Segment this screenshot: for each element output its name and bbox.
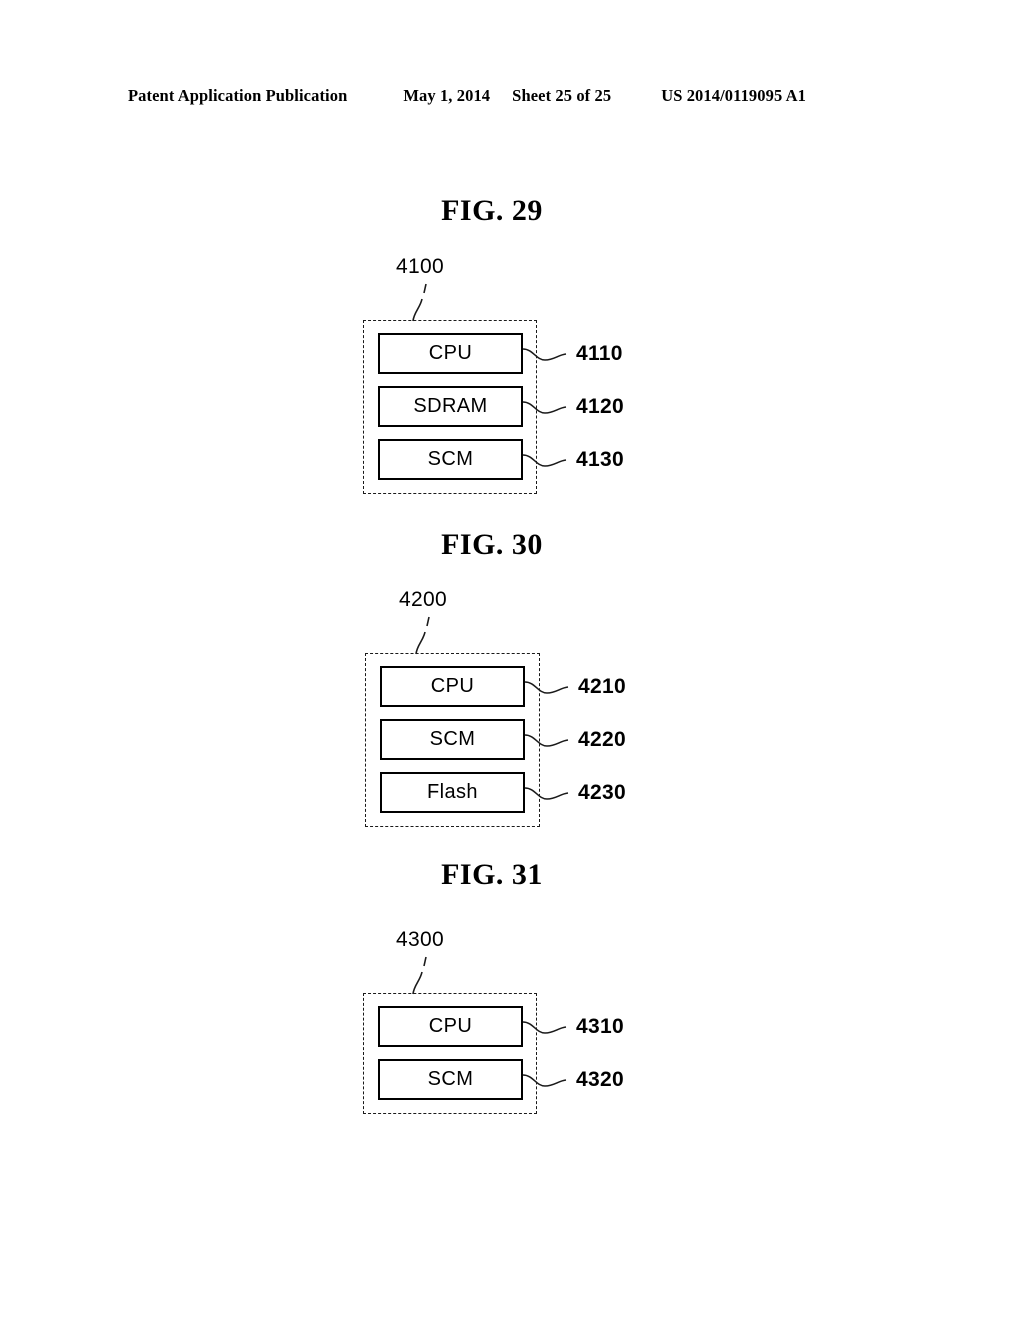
figure-31-ref-4310: 4310 (576, 1015, 624, 1038)
figure-31-ref-4320: 4320 (576, 1068, 624, 1091)
figure-31-block-leaders (522, 1021, 567, 1087)
